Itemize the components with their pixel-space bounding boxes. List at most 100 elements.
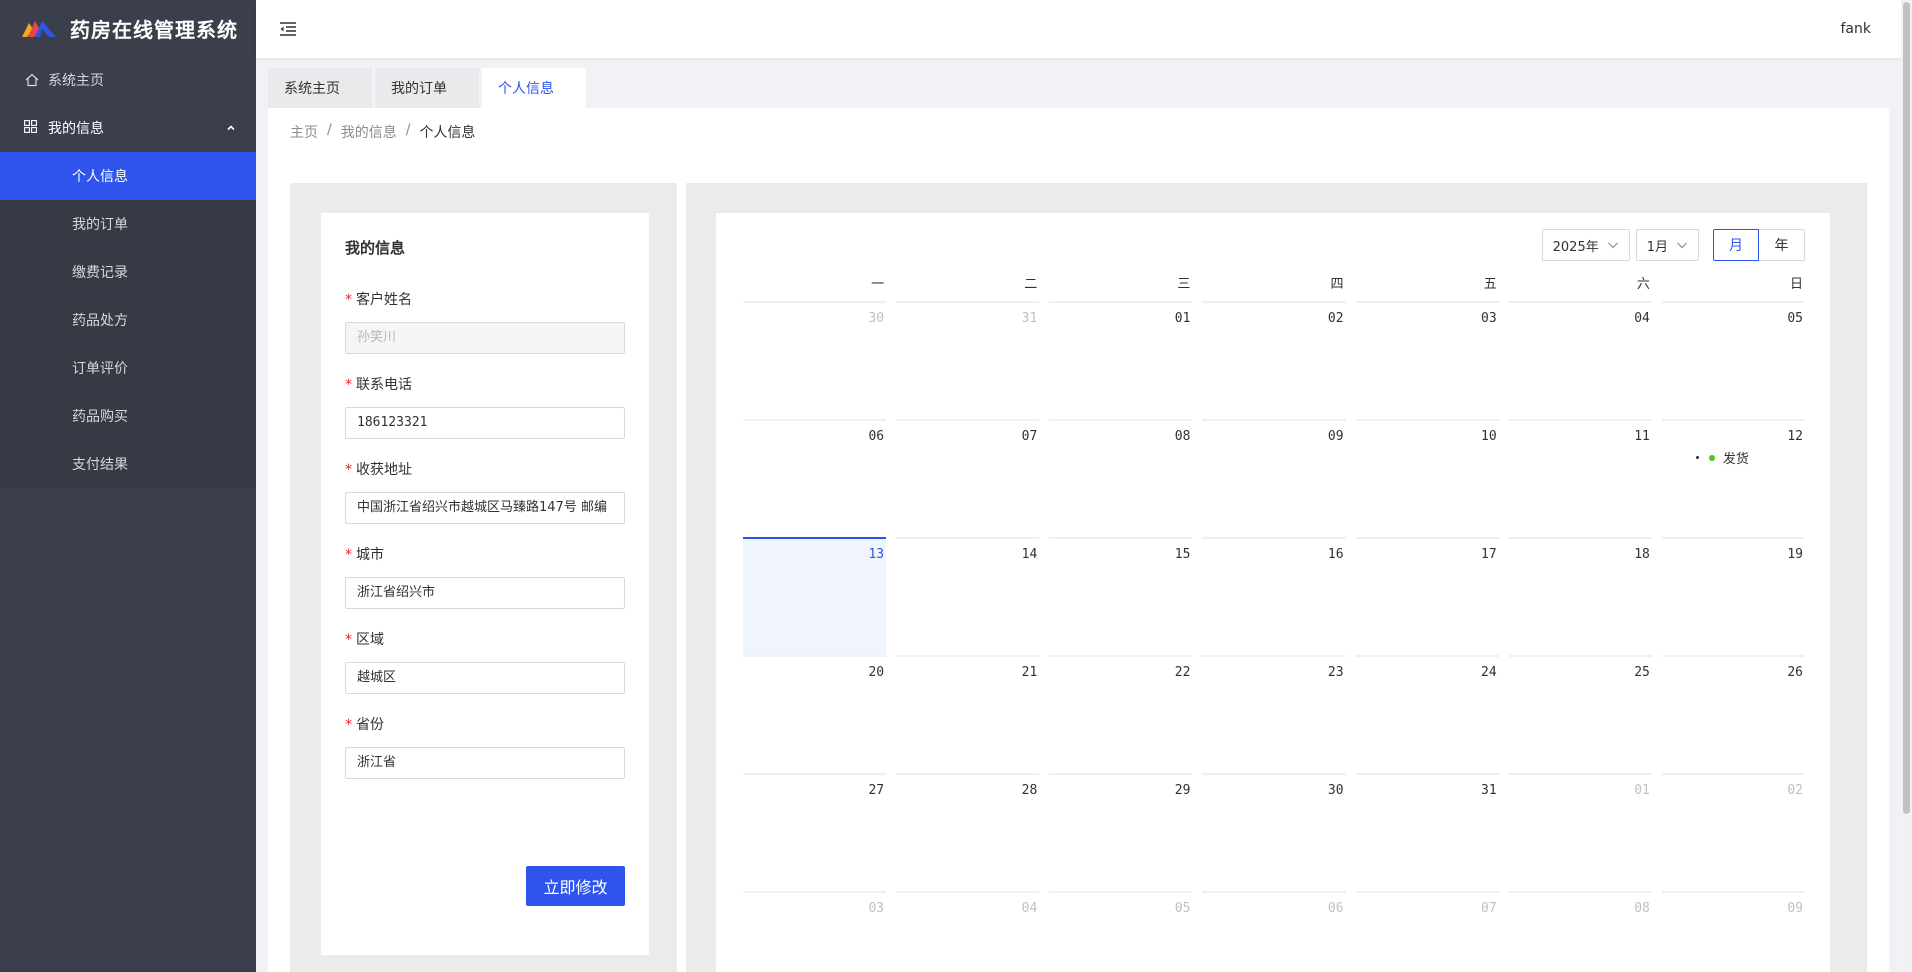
calendar-cell[interactable]: 26 [1661,655,1805,773]
calendar-cell[interactable]: 01 [1508,773,1652,891]
calendar-cell[interactable]: 22 [1049,655,1193,773]
calendar-cell[interactable]: 31 [896,301,1040,419]
calendar-cell[interactable]: 06 [743,419,887,537]
submit-button[interactable]: 立即修改 [526,866,625,906]
field-label-text: 收获地址 [356,462,412,478]
calendar-cell[interactable]: 12 发货 [1661,419,1805,537]
calendar-cell[interactable]: 07 [1355,891,1499,972]
calendar-date: 24 [1481,665,1497,680]
sidebar-item-purchase[interactable]: 药品购买 [0,392,256,440]
calendar-cell[interactable]: 25 [1508,655,1652,773]
year-select[interactable]: 2025年 [1541,229,1630,261]
calendar-cell[interactable]: 03 [743,891,887,972]
calendar-cell[interactable]: 19 [1661,537,1805,655]
calendar-cell[interactable]: 05 [1661,301,1805,419]
calendar-cell[interactable]: 04 [1508,301,1652,419]
calendar-date: 21 [1021,665,1038,680]
calendar-cell[interactable]: 04 [896,891,1040,972]
calendar-cell[interactable]: 09 [1202,419,1346,537]
weekday-label: 三 [1177,277,1191,292]
breadcrumb-home[interactable]: 主页 [290,122,318,142]
calendar-date: 29 [1174,783,1191,798]
mode-month-button[interactable]: 月 [1713,229,1759,261]
district-input[interactable]: 越城区 [345,662,625,694]
calendar-cell[interactable]: 20 [743,655,887,773]
menu-fold-button[interactable] [278,19,298,39]
calendar-cell[interactable]: 05 [1049,891,1193,972]
calendar-cell[interactable]: 11 [1508,419,1652,537]
phone-input[interactable]: 186123321 [345,407,625,439]
calendar-cell[interactable]: 21 [896,655,1040,773]
calendar-date: 09 [1327,429,1344,444]
calendar-cell[interactable]: 18 [1508,537,1652,655]
sidebar-item-profile[interactable]: 个人信息 [0,152,256,200]
calendar-date: 06 [868,429,885,444]
month-select[interactable]: 1月 [1635,229,1699,261]
calendar-cell[interactable]: 23 [1202,655,1346,773]
province-input[interactable]: 浙江省 [345,747,625,779]
form-title: 我的信息 [345,239,406,257]
calendar-cell[interactable]: 06 [1202,891,1346,972]
calendar-cell[interactable]: 29 [1049,773,1193,891]
calendar-cell[interactable]: 24 [1355,655,1499,773]
calendar-cell[interactable]: 02 [1202,301,1346,419]
breadcrumb-my-info[interactable]: 我的信息 [341,122,397,142]
sidebar-item-label: 订单评价 [72,361,128,377]
calendar-card: 2025年 1月 月 年 一二三四五六日 30 31 01 02 03 04 05 06 07 0… [716,213,1830,972]
tab-label: 个人信息 [498,81,554,97]
weekday-label: 六 [1636,277,1650,292]
calendar-weekday-header: 一二三四五六日 [743,273,1805,293]
month-select-value: 1月 [1646,239,1668,255]
calendar-cell[interactable]: 02 [1661,773,1805,891]
calendar-cell[interactable]: 01 [1049,301,1193,419]
sidebar-item-home[interactable]: 系统主页 [0,56,256,104]
username[interactable]: fank [1841,21,1872,37]
field-label-text: 城市 [356,547,384,563]
tab-orders[interactable]: 我的订单 [375,68,479,108]
field-label-text: 区域 [356,632,384,648]
calendar-cell[interactable]: 10 [1355,419,1499,537]
city-input[interactable]: 浙江省绍兴市 [345,577,625,609]
scrollbar-thumb[interactable] [1903,2,1910,814]
calendar-date: 03 [868,901,885,916]
calendar-cell[interactable]: 31 [1355,773,1499,891]
calendar-cell[interactable]: 08 [1049,419,1193,537]
sidebar-item-reviews[interactable]: 订单评价 [0,344,256,392]
tab-profile[interactable]: 个人信息 [482,68,586,108]
calendar-date: 11 [1634,429,1650,444]
calendar-cell[interactable]: 14 [896,537,1040,655]
mode-year-button[interactable]: 年 [1759,229,1805,261]
calendar-cell[interactable]: 09 [1661,891,1805,972]
calendar-cell[interactable]: 17 [1355,537,1499,655]
calendar-date: 04 [1021,901,1038,916]
calendar-grid: 30 31 01 02 03 04 05 06 07 08 09 10 11 12 发货 13 14 15 16 17… [743,301,1805,972]
sidebar-item-prescriptions[interactable]: 药品处方 [0,296,256,344]
address-input[interactable]: 中国浙江省绍兴市越城区马臻路147号 邮编 [345,492,625,524]
calendar-cell[interactable]: 15 [1049,537,1193,655]
event-item[interactable]: 发货 [1695,448,1803,467]
page-scrollbar[interactable] [1901,0,1912,972]
calendar-date: 04 [1634,311,1650,326]
calendar-cell[interactable]: 07 [896,419,1040,537]
calendar-cell[interactable]: 30 [1202,773,1346,891]
sidebar-item-pay-result[interactable]: 支付结果 [0,440,256,488]
sidebar-item-payments[interactable]: 缴费记录 [0,248,256,296]
sidebar-group-my-info[interactable]: 我的信息 [0,104,256,152]
sidebar-item-orders[interactable]: 我的订单 [0,200,256,248]
calendar-date: 14 [1021,547,1038,562]
calendar-cell[interactable]: 16 [1202,537,1346,655]
sidebar-item-label: 系统主页 [48,73,104,89]
field-label: * 城市 [345,544,625,564]
calendar-cell[interactable]: 03 [1355,301,1499,419]
calendar-date: 19 [1787,547,1803,562]
calendar-cell[interactable]: 30 [743,301,887,419]
calendar-cell[interactable]: 28 [896,773,1040,891]
calendar-date: 08 [1174,429,1191,444]
calendar-cell[interactable]: 08 [1508,891,1652,972]
calendar-cell[interactable]: 27 [743,773,887,891]
calendar-cell-today[interactable]: 13 [743,537,887,655]
tab-home[interactable]: 系统主页 [268,68,372,108]
field-province: * 省份 浙江省 [345,714,625,779]
logo-icon [22,21,56,37]
calendar-date: 20 [868,665,885,680]
